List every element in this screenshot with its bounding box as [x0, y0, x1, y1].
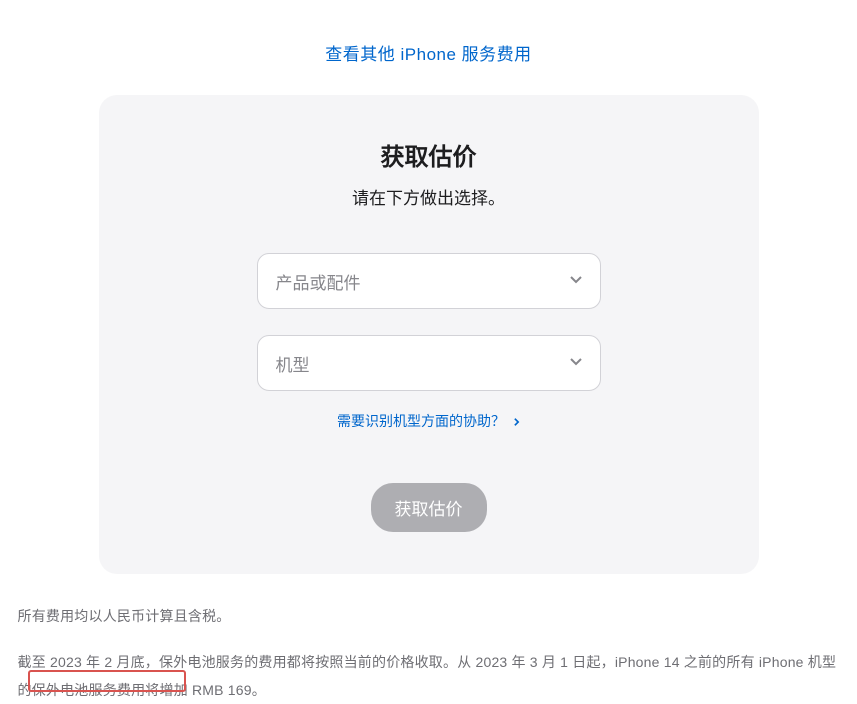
chevron-down-icon	[569, 353, 583, 373]
help-link-wrap: 需要识别机型方面的协助？	[139, 411, 719, 431]
chevron-right-icon	[513, 417, 520, 427]
footnotes: 所有费用均以人民币计算且含税。 截至 2023 年 2 月底，保外电池服务的费用…	[14, 602, 844, 704]
help-link-label: 需要识别机型方面的协助？	[337, 413, 505, 429]
other-services-link[interactable]: 查看其他 iPhone 服务费用	[325, 45, 531, 64]
card-title: 获取估价	[139, 137, 719, 172]
chevron-down-icon	[569, 271, 583, 291]
product-select[interactable]: 产品或配件	[257, 253, 601, 309]
estimate-card: 获取估价 请在下方做出选择。 产品或配件 机型 需要识别机型方面的协助？	[99, 95, 759, 574]
top-link-wrap: 查看其他 iPhone 服务费用	[12, 0, 845, 95]
model-select[interactable]: 机型	[257, 335, 601, 391]
footnote-2: 截至 2023 年 2 月底，保外电池服务的费用都将按照当前的价格收取。从 20…	[18, 648, 840, 704]
footnote-1: 所有费用均以人民币计算且含税。	[18, 602, 840, 630]
footnote-2-text: 截至 2023 年 2 月底，保外电池服务的费用都将按照当前的价格收取。从 20…	[18, 654, 837, 698]
card-subtitle: 请在下方做出选择。	[139, 184, 719, 209]
product-select-wrap: 产品或配件	[257, 253, 601, 309]
get-estimate-button[interactable]: 获取估价	[371, 483, 487, 532]
model-select-wrap: 机型	[257, 335, 601, 391]
identify-model-help-link[interactable]: 需要识别机型方面的协助？	[337, 413, 520, 429]
product-select-placeholder: 产品或配件	[276, 269, 361, 294]
model-select-placeholder: 机型	[276, 351, 310, 376]
